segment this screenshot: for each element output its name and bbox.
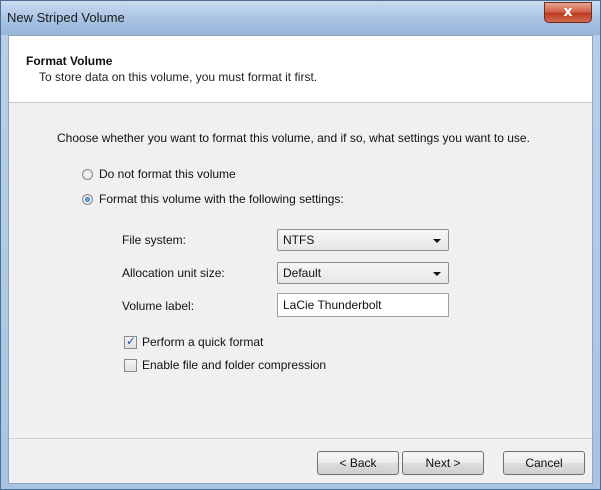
instructions-text: Choose whether you want to format this v… (57, 131, 530, 145)
allocation-unit-label: Allocation unit size: (122, 266, 225, 280)
close-icon: x (563, 4, 573, 20)
quick-format-label: Perform a quick format (142, 335, 264, 349)
radio-button[interactable] (82, 168, 93, 180)
wizard-client-area: Format Volume To store data on this volu… (8, 35, 593, 484)
allocation-unit-dropdown[interactable]: Default (277, 262, 449, 284)
footer-divider (9, 438, 592, 439)
radio-format-volume[interactable]: Format this volume with the following se… (82, 191, 344, 207)
volume-label-input[interactable]: LaCie Thunderbolt (277, 293, 449, 317)
radio-label: Do not format this volume (99, 167, 236, 181)
quick-format-option[interactable]: Perform a quick format (124, 334, 263, 350)
allocation-unit-value: Default (283, 266, 322, 280)
radio-button-selected[interactable] (82, 193, 93, 205)
compression-checkbox[interactable] (124, 358, 137, 372)
title-bar[interactable]: New Striped Volume x (1, 1, 600, 35)
wizard-window: New Striped Volume x Format Volume To st… (0, 0, 601, 490)
cancel-button[interactable]: Cancel (503, 451, 585, 475)
back-button[interactable]: < Back (317, 451, 399, 475)
radio-do-not-format[interactable]: Do not format this volume (82, 166, 236, 182)
page-subtitle: To store data on this volume, you must f… (39, 70, 318, 84)
wizard-header: Format Volume To store data on this volu… (9, 36, 592, 103)
compression-option[interactable]: Enable file and folder compression (124, 357, 326, 373)
file-system-value: NTFS (283, 233, 315, 247)
page-title: Format Volume (26, 54, 113, 68)
volume-label-label: Volume label: (122, 299, 195, 313)
quick-format-checkbox[interactable] (124, 334, 137, 349)
compression-label: Enable file and folder compression (142, 358, 327, 372)
close-button[interactable]: x (544, 2, 592, 23)
window-title: New Striped Volume (7, 10, 125, 25)
chevron-down-icon (433, 239, 441, 243)
file-system-dropdown[interactable]: NTFS (277, 229, 449, 251)
radio-label: Format this volume with the following se… (99, 192, 344, 206)
file-system-label: File system: (122, 233, 187, 247)
next-button[interactable]: Next > (402, 451, 484, 475)
chevron-down-icon (433, 272, 441, 276)
